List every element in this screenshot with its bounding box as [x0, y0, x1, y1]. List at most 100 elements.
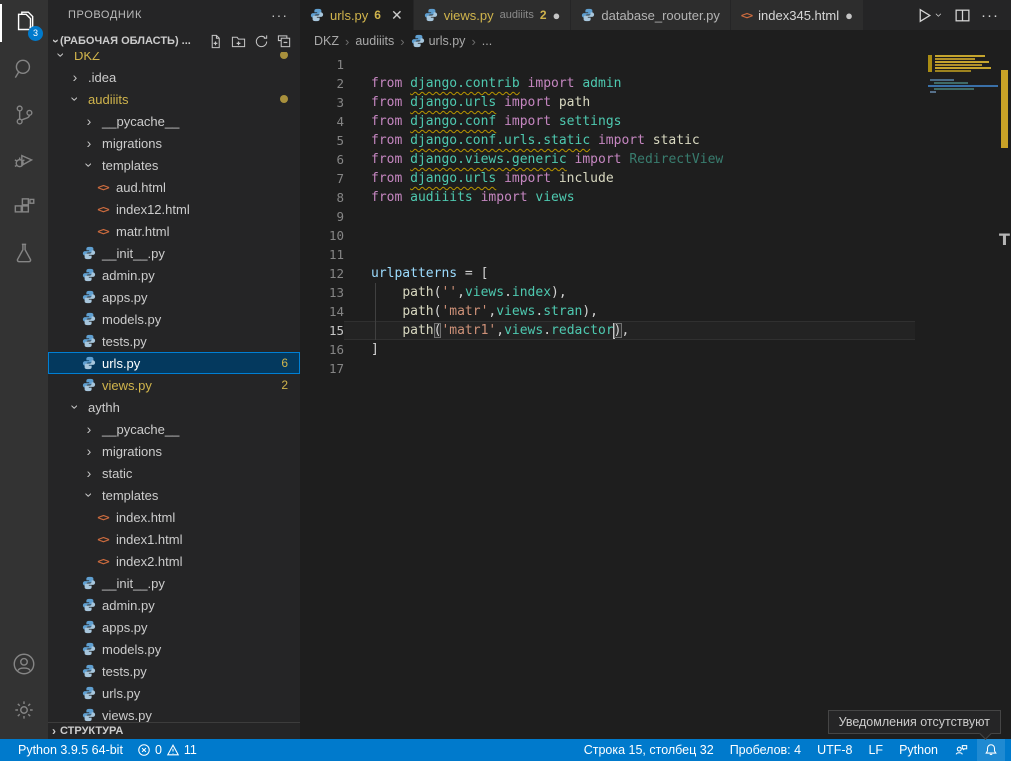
tree-item-migrations[interactable]: ›migrations — [48, 132, 300, 154]
tab-label: database_roouter.py — [601, 8, 720, 23]
tree-item-models-py[interactable]: models.py — [48, 308, 300, 330]
code-line-5[interactable]: 5from django.conf.urls.static import sta… — [300, 131, 921, 150]
extensions-icon[interactable] — [0, 184, 48, 230]
scrollbar-warning-marker — [1001, 70, 1008, 148]
tree-item--idea[interactable]: ›.idea — [48, 66, 300, 88]
sidebar-more-actions-icon[interactable]: ··· — [271, 7, 288, 23]
tab-problems-badge: 2 — [540, 8, 547, 22]
search-icon[interactable] — [0, 46, 48, 92]
tree-item-label: aythh — [88, 400, 120, 415]
code-line-17[interactable]: 17 — [300, 359, 921, 378]
tree-item-templates[interactable]: ›templates — [48, 484, 300, 506]
tree-item-admin-py[interactable]: admin.py — [48, 594, 300, 616]
code-line-7[interactable]: 7from django.urls import include — [300, 169, 921, 188]
code-line-2[interactable]: 2from django.contrib import admin — [300, 74, 921, 93]
refresh-icon[interactable] — [254, 34, 269, 49]
indentation-status[interactable]: Пробелов: 4 — [723, 739, 808, 761]
problems-status[interactable]: 0 11 — [130, 739, 204, 761]
collapse-all-icon[interactable] — [277, 34, 292, 49]
code-line-13[interactable]: 13 path('',views.index), — [300, 283, 921, 302]
code-line-12[interactable]: 12urlpatterns = [ — [300, 264, 921, 283]
editor-scrollbar[interactable]: T — [998, 52, 1011, 739]
breadcrumb-item[interactable]: audiiits — [355, 34, 394, 48]
tree-item-templates[interactable]: ›templates — [48, 154, 300, 176]
code-line-16[interactable]: 16] — [300, 340, 921, 359]
outline-section-header[interactable]: › СТРУКТУРА — [48, 722, 300, 739]
tree-item-index1-html[interactable]: <>index1.html — [48, 528, 300, 550]
encoding-status[interactable]: UTF-8 — [810, 739, 859, 761]
code-editor[interactable]: 12from django.contrib import admin3from … — [300, 52, 1011, 739]
code-line-1[interactable]: 1 — [300, 55, 921, 74]
breadcrumb-item[interactable]: ... — [482, 34, 492, 48]
breadcrumb-item[interactable]: DKZ — [314, 34, 339, 48]
settings-gear-icon[interactable] — [0, 687, 48, 733]
folder-problems-dot — [280, 95, 288, 103]
code-line-9[interactable]: 9 — [300, 207, 921, 226]
cursor-position-status[interactable]: Строка 15, столбец 32 — [577, 739, 721, 761]
tree-item-views-py[interactable]: views.py2 — [48, 374, 300, 396]
eol-status[interactable]: LF — [861, 739, 890, 761]
tab-label: views.py — [444, 8, 494, 23]
tree-item-static[interactable]: ›static — [48, 462, 300, 484]
tree-item-apps-py[interactable]: apps.py — [48, 286, 300, 308]
split-editor-icon[interactable] — [954, 7, 971, 24]
tree-item-apps-py[interactable]: apps.py — [48, 616, 300, 638]
run-debug-icon[interactable] — [0, 138, 48, 184]
code-line-14[interactable]: 14 path('matr',views.stran), — [300, 302, 921, 321]
tree-item-views-py[interactable]: views.py — [48, 704, 300, 722]
tree-item-admin-py[interactable]: admin.py — [48, 264, 300, 286]
new-file-icon[interactable] — [208, 34, 223, 49]
notifications-bell-icon[interactable] — [977, 739, 1005, 761]
tree-item-label: models.py — [102, 312, 161, 327]
tree-item-audiiits[interactable]: ›audiiits — [48, 88, 300, 110]
workspace-section-header[interactable]: › (РАБОЧАЯ ОБЛАСТЬ) ... — [48, 30, 300, 52]
new-folder-icon[interactable] — [231, 34, 246, 49]
code-line-4[interactable]: 4from django.conf import settings — [300, 112, 921, 131]
language-mode-status[interactable]: Python — [892, 739, 945, 761]
breadcrumb-item[interactable]: urls.py — [411, 34, 466, 48]
tree-item-urls-py[interactable]: urls.py — [48, 682, 300, 704]
status-bar: Python 3.9.5 64-bit 0 11 Строка 15, стол… — [0, 739, 1011, 761]
tree-item-label: matr.html — [116, 224, 169, 239]
breadcrumb-separator: › — [345, 34, 349, 49]
minimap[interactable] — [928, 53, 998, 193]
explorer-icon[interactable]: 3 — [0, 0, 48, 46]
dirty-dot-icon[interactable]: ● — [845, 8, 853, 23]
code-line-15[interactable]: 15 path('matr1',views.redactor), — [300, 321, 921, 340]
code-line-8[interactable]: 8from audiiits import views — [300, 188, 921, 207]
account-icon[interactable] — [0, 641, 48, 687]
tree-item-tests-py[interactable]: tests.py — [48, 330, 300, 352]
code-line-10[interactable]: 10 — [300, 226, 921, 245]
tab-urls-py[interactable]: urls.py6✕ — [300, 0, 414, 30]
editor-more-actions-icon[interactable]: ··· — [981, 7, 999, 24]
testing-icon[interactable] — [0, 230, 48, 276]
tree-item-index-html[interactable]: <>index.html — [48, 506, 300, 528]
tree-item--init-py[interactable]: __init__.py — [48, 572, 300, 594]
tree-item-models-py[interactable]: models.py — [48, 638, 300, 660]
tree-item-tests-py[interactable]: tests.py — [48, 660, 300, 682]
code-line-11[interactable]: 11 — [300, 245, 921, 264]
close-tab-icon[interactable]: ✕ — [391, 7, 403, 24]
tree-item-urls-py[interactable]: urls.py6 — [48, 352, 300, 374]
tree-item-index12-html[interactable]: <>index12.html — [48, 198, 300, 220]
tree-item--pycache-[interactable]: ›__pycache__ — [48, 110, 300, 132]
tree-item--init-py[interactable]: __init__.py — [48, 242, 300, 264]
tree-item--pycache-[interactable]: ›__pycache__ — [48, 418, 300, 440]
tab-index345-html[interactable]: <>index345.html● — [731, 0, 864, 30]
source-control-icon[interactable] — [0, 92, 48, 138]
tree-item-index2-html[interactable]: <>index2.html — [48, 550, 300, 572]
tree-item-aud-html[interactable]: <>aud.html — [48, 176, 300, 198]
tree-item-migrations[interactable]: ›migrations — [48, 440, 300, 462]
tree-item-matr-html[interactable]: <>matr.html — [48, 220, 300, 242]
run-python-file-button[interactable] — [916, 7, 944, 24]
tab-views-py[interactable]: views.pyaudiiits2● — [414, 0, 572, 30]
python-interpreter-status[interactable]: Python 3.9.5 64-bit — [11, 739, 130, 761]
line-number: 2 — [300, 74, 348, 93]
tab-database-roouter-py[interactable]: database_roouter.py — [571, 0, 731, 30]
tree-item-DKZ[interactable]: ›DKZ — [48, 52, 300, 66]
dirty-dot-icon[interactable]: ● — [553, 8, 561, 23]
code-line-6[interactable]: 6from django.views.generic import Redire… — [300, 150, 921, 169]
feedback-icon[interactable] — [947, 739, 975, 761]
tree-item-aythh[interactable]: ›aythh — [48, 396, 300, 418]
code-line-3[interactable]: 3from django.urls import path — [300, 93, 921, 112]
